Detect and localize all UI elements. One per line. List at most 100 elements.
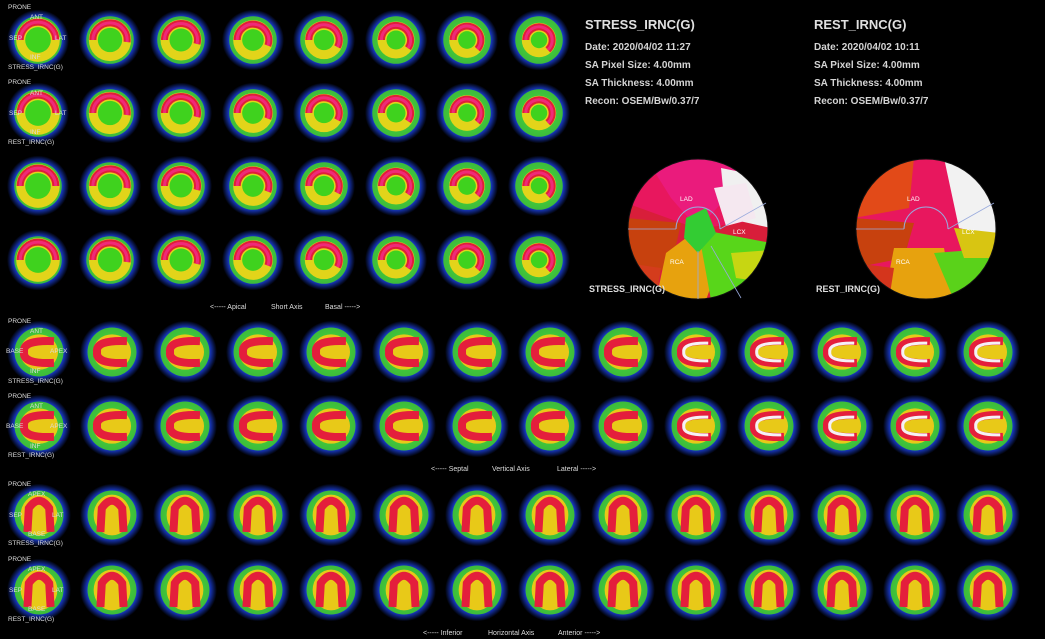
short-axis-slice-r3-c6 — [364, 155, 427, 217]
nuclear-cardiology-viewer: { "colors":{"background":"#000000","text… — [0, 0, 1045, 639]
vertical-axis-slice-r1-c6 — [372, 320, 436, 384]
short-axis-slice-r1-c2 — [78, 9, 141, 71]
sa-rest-lat-label: LAT — [55, 110, 67, 117]
short-axis-slice-r2-c4 — [221, 82, 284, 144]
ha-axis-title: Horizontal Axis — [488, 630, 535, 637]
horizontal-axis-slice-r2-c8 — [518, 558, 582, 622]
short-axis-slice-r3-c1 — [6, 155, 70, 217]
short-axis-slice-r3-c2 — [78, 155, 141, 217]
vertical-axis-slice-r2-c6 — [372, 394, 436, 458]
ha-rest-sep-label: SEP — [9, 587, 23, 594]
sa-rest-ant-label: ANT — [30, 90, 43, 97]
short-axis-slice-r3-c8 — [507, 155, 570, 217]
ha-stress-base-label: BASE — [28, 531, 46, 538]
short-axis-slice-r3-c7 — [435, 155, 499, 217]
ha-stress-series-label: STRESS_IRNC(G) — [8, 540, 63, 547]
horizontal-axis-slice-r2-c13 — [883, 558, 947, 622]
ha-rest-apex-label: APEX — [28, 566, 46, 573]
stress-info-date: Date: 2020/04/02 11:27 — [585, 42, 691, 53]
short-axis-slice-r3-c3 — [149, 155, 213, 217]
rest-polar-caption: REST_IRNC(G) — [816, 284, 881, 294]
horizontal-axis-slice-r1-c13 — [883, 483, 947, 547]
rest-info-pixel: SA Pixel Size: 4.00mm — [814, 60, 920, 71]
short-axis-slice-r2-c3 — [149, 82, 213, 144]
sa-rest-series-label: REST_IRNC(G) — [8, 139, 55, 146]
horizontal-axis-slice-r1-c10 — [664, 483, 728, 547]
horizontal-axis-slice-r2-c7 — [445, 558, 509, 622]
sa-stress-lat-label: LAT — [55, 35, 67, 42]
sa-axis-title: Short Axis — [271, 304, 303, 311]
short-axis-slice-r2-c2 — [78, 82, 141, 144]
sa-rest-inf-label: INF — [30, 129, 41, 136]
horizontal-axis-slice-r2-c5 — [299, 558, 363, 622]
sa-axis-left: <----- Apical — [210, 304, 247, 311]
vertical-axis-slice-r1-c12 — [810, 320, 874, 384]
sa-stress-sep-label: SEP — [9, 35, 23, 42]
horizontal-axis-slice-r1-c5 — [299, 483, 363, 547]
vertical-axis-slice-r1-c2 — [80, 320, 144, 384]
va-axis-title: Vertical Axis — [492, 466, 530, 473]
va-rest-series-label: REST_IRNC(G) — [8, 452, 55, 459]
sa-stress-ant-label: ANT — [30, 14, 43, 21]
sa-rest-sep-label: SEP — [9, 110, 23, 117]
sa-axis-right: Basal -----> — [325, 304, 361, 311]
va-stress-inf-label: INF — [30, 368, 41, 375]
stress-rca-label: RCA — [670, 259, 684, 266]
vertical-axis-slice-r2-c8 — [518, 394, 582, 458]
vertical-axis-slice-r1-c13 — [883, 320, 947, 384]
stress-polar-map — [627, 158, 769, 300]
short-axis-slice-r3-c5 — [292, 155, 356, 217]
vertical-axis-slice-r1-c4 — [226, 320, 290, 384]
horizontal-axis-slice-r2-c6 — [372, 558, 436, 622]
short-axis-slice-r4-c1 — [6, 229, 70, 291]
va-rest-ant-label: ANT — [30, 403, 43, 410]
rest-info-recon: Recon: OSEM/Bw/0.37/7 — [814, 96, 929, 107]
vertical-axis-slice-r2-c5 — [299, 394, 363, 458]
horizontal-axis-slice-r1-c3 — [153, 483, 217, 547]
horizontal-axis-slice-r2-c14 — [956, 558, 1020, 622]
vertical-axis-slice-r2-c10 — [664, 394, 728, 458]
horizontal-axis-slice-r1-c8 — [518, 483, 582, 547]
va-stress-series-label: STRESS_IRNC(G) — [8, 378, 63, 385]
va-stress-ant-label: ANT — [30, 328, 43, 335]
va-stress-prone-label: PRONE — [8, 318, 32, 325]
vertical-axis-slice-r1-c5 — [299, 320, 363, 384]
va-axis-left: <----- Septal — [431, 466, 469, 473]
ha-stress-prone-label: PRONE — [8, 481, 32, 488]
vertical-axis-slice-r1-c7 — [445, 320, 509, 384]
sa-stress-series-label: STRESS_IRNC(G) — [8, 64, 63, 71]
vertical-axis-slice-r1-c3 — [153, 320, 217, 384]
vertical-axis-slice-r2-c12 — [810, 394, 874, 458]
stress-info-thickness: SA Thickness: 4.00mm — [585, 78, 694, 89]
vertical-axis-slice-r1-c14 — [956, 320, 1020, 384]
horizontal-axis-slice-r2-c4 — [226, 558, 290, 622]
ha-rest-series-label: REST_IRNC(G) — [8, 616, 55, 623]
vertical-axis-slice-r2-c13 — [883, 394, 947, 458]
horizontal-axis-slice-r2-c3 — [153, 558, 217, 622]
short-axis-slice-r1-c8 — [507, 9, 570, 71]
va-stress-base-label: BASE — [6, 348, 24, 355]
vertical-axis-slice-r2-c4 — [226, 394, 290, 458]
sa-rest-prone-label: PRONE — [8, 79, 32, 86]
sa-stress-inf-label: INF — [30, 54, 41, 61]
stress-lcx-label: LCX — [733, 229, 746, 236]
horizontal-axis-slice-r1-c14 — [956, 483, 1020, 547]
short-axis-slice-r4-c7 — [435, 229, 499, 291]
horizontal-axis-slice-r2-c12 — [810, 558, 874, 622]
horizontal-axis-slice-r1-c9 — [591, 483, 655, 547]
va-axis-right: Lateral -----> — [557, 466, 597, 473]
sa-stress-prone-label: PRONE — [8, 4, 32, 11]
vertical-axis-slice-r1-c10 — [664, 320, 728, 384]
horizontal-axis-slice-r2-c9 — [591, 558, 655, 622]
vertical-axis-slice-r1-c11 — [737, 320, 801, 384]
short-axis-slice-r4-c4 — [221, 229, 284, 291]
ha-axis-right: Anterior -----> — [558, 630, 601, 637]
short-axis-slice-r4-c5 — [292, 229, 356, 291]
ha-stress-lat-label: LAT — [52, 512, 64, 519]
stress-info-recon: Recon: OSEM/Bw/0.37/7 — [585, 96, 700, 107]
va-stress-apex-label: APEX — [50, 348, 68, 355]
vertical-axis-slice-r1-c9 — [591, 320, 655, 384]
vertical-axis-slice-r2-c2 — [80, 394, 144, 458]
horizontal-axis-slice-r2-c2 — [80, 558, 144, 622]
short-axis-slice-r1-c7 — [435, 9, 499, 71]
